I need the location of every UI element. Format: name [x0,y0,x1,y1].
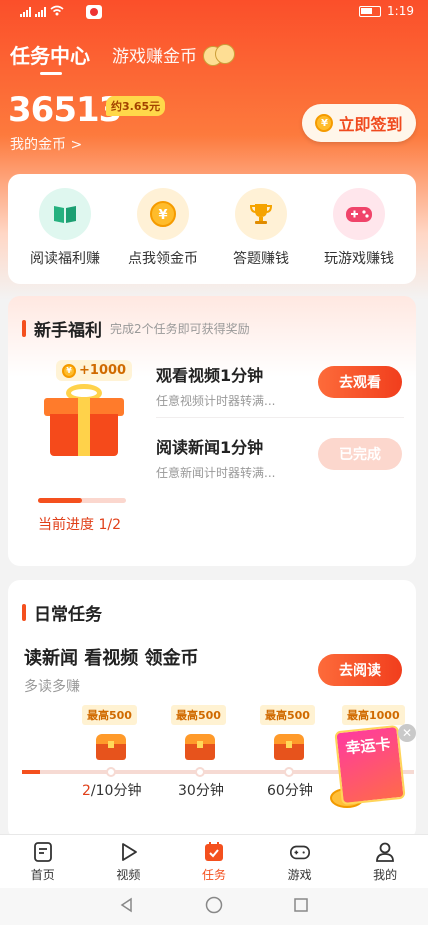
milestone-tag: 最高1000 [342,705,405,725]
cash-estimate-badge: 约3.65元 [106,96,166,116]
system-nav-bar [0,888,428,925]
go-read-button[interactable]: 去阅读 [318,654,402,686]
milestone-tag: 最高500 [260,705,315,725]
milestone-time: 60分钟 [267,783,313,799]
treasure-chest-icon[interactable] [274,734,304,760]
milestone-node [195,767,205,777]
lucky-card-label: 幸运卡 [334,724,406,806]
daily-sub: 多读多赚 [24,679,80,695]
nav-home[interactable]: 首页 [0,835,86,888]
treasure-chest-icon[interactable] [185,734,215,760]
home-button-icon[interactable] [205,896,223,918]
back-icon[interactable] [119,897,135,917]
signin-button[interactable]: ¥ 立即签到 [302,104,416,142]
tab-game-earn[interactable]: 游戏赚金币 [112,42,237,68]
coin-balance: 36513 [8,90,122,130]
status-time: 1:19 [387,4,414,18]
close-icon[interactable]: ✕ [398,724,416,742]
shortcut-quiz[interactable]: 答题赚钱 [212,188,310,284]
watch-video-button[interactable]: 去观看 [318,366,402,398]
my-coins-link[interactable]: 我的金币 > [10,134,82,154]
nav-game[interactable]: 游戏 [257,835,343,888]
nav-label: 任务 [201,868,226,882]
signin-label: 立即签到 [338,115,403,134]
gift-box-icon [44,384,124,456]
tab-task-center[interactable]: 任务中心 [10,40,90,75]
milestone-time: 30分钟 [178,783,224,799]
signal-icon [20,7,31,17]
newbie-welfare-card: 新手福利 完成2个任务即可获得奖励 ¥ +1000 当前进度 1/2 观看视频1… [8,296,416,566]
milestone-time: 2/10分钟 [82,780,141,800]
coin-icon: ¥ [315,114,334,132]
shortcut-read[interactable]: 阅读福利赚 [16,188,114,284]
reward-amount: +1000 [79,363,127,378]
app-notification-icon [86,5,102,19]
shortcut-label: 答题赚钱 [233,251,289,267]
shortcut-game[interactable]: 玩游戏赚钱 [310,188,408,284]
coin-icon: ¥ [137,188,189,240]
status-right: 1:19 [359,4,414,18]
nav-label: 视频 [116,868,141,882]
gamepad-icon [333,188,385,240]
lucky-card-float[interactable]: 幸运卡 [330,724,410,814]
nav-profile[interactable]: 我的 [342,835,428,888]
signal-icon [35,7,46,17]
newbie-title-row: 新手福利 完成2个任务即可获得奖励 [22,316,250,341]
treasure-chest-icon[interactable] [96,734,126,760]
bottom-nav: 首页 视频 任务 游戏 我的 [0,834,428,888]
emoji-faces-icon [203,42,237,68]
video-icon [117,841,139,863]
top-tabs: 任务中心 游戏赚金币 [10,40,237,75]
read-news-done-button: 已完成 [318,438,402,470]
section-bar [22,320,26,337]
daily-progress-fill [22,770,40,774]
milestone-tag: 最高500 [171,705,226,725]
newbie-progress-label: 当前进度 1/2 [38,517,121,533]
shortcut-coin[interactable]: ¥ 点我领金币 [114,188,212,284]
shortcut-card: 阅读福利赚 ¥ 点我领金币 答题赚钱 玩游戏赚钱 [8,174,416,284]
game-icon [289,841,311,863]
status-left [20,5,102,19]
newbie-title: 新手福利 [34,321,102,341]
shortcut-label: 阅读福利赚 [30,251,100,267]
tab-game-earn-label: 游戏赚金币 [112,47,197,67]
book-icon [39,188,91,240]
daily-headline: 读新闻 看视频 领金币 [24,648,199,669]
milestone-time-rest: /10分钟 [90,783,142,799]
task-divider [156,417,404,418]
battery-icon [359,5,382,17]
milestone-node [284,767,294,777]
progress-fill [38,498,82,503]
nav-task[interactable]: 任务 [171,835,257,888]
section-bar [22,604,26,621]
coin-icon: ¥ [62,363,76,378]
nav-label: 游戏 [287,868,312,882]
shortcut-label: 点我领金币 [128,251,198,267]
wifi-icon [50,5,64,19]
daily-title-row: 日常任务 [22,600,102,625]
task-icon [203,841,225,863]
nav-label: 首页 [30,868,55,882]
shortcut-label: 玩游戏赚钱 [324,251,394,267]
newbie-progress-bar [38,498,126,503]
nav-label: 我的 [373,868,398,882]
milestone-node [106,767,116,777]
recents-icon[interactable] [293,897,309,917]
trophy-icon [235,188,287,240]
daily-title: 日常任务 [34,605,102,625]
status-bar: 1:19 [0,0,428,24]
nav-video[interactable]: 视频 [86,835,172,888]
svg-text:¥: ¥ [158,208,167,223]
milestone-tag: 最高500 [82,705,137,725]
newbie-subtitle: 完成2个任务即可获得奖励 [110,322,250,336]
milestone-current: 2 [82,783,91,799]
reward-badge: ¥ +1000 [56,360,133,381]
home-icon [32,841,54,863]
profile-icon [374,841,396,863]
